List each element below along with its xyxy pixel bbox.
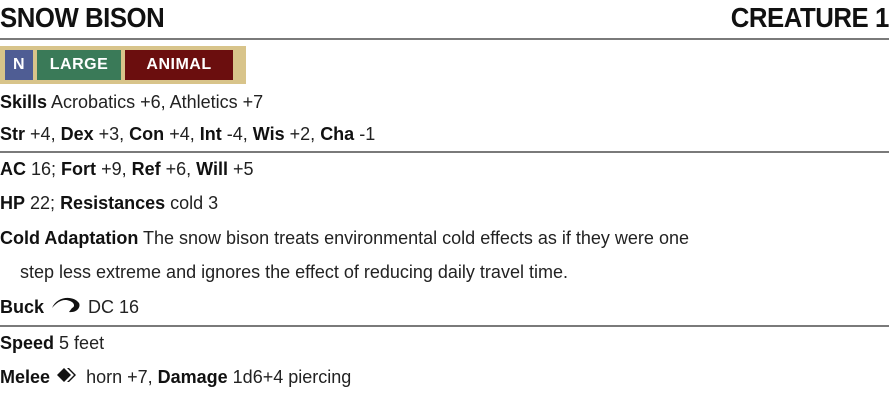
hp-label: HP	[0, 193, 26, 213]
int-value: -4	[226, 124, 243, 144]
buck-label: Buck	[0, 297, 45, 317]
cold-adaptation-line2: step less extreme and ignores the effect…	[0, 260, 568, 284]
trait-animal: ANIMAL	[125, 50, 233, 80]
reaction-icon	[49, 295, 83, 321]
ac-label: AC	[0, 159, 26, 179]
will-label: Will	[196, 159, 228, 179]
trait-alignment: N	[5, 50, 33, 80]
cold-adaptation-label: Cold Adaptation	[0, 228, 139, 248]
ref-label: Ref	[131, 159, 161, 179]
melee-attack: horn +7,	[86, 367, 158, 387]
dex-label: Dex	[60, 124, 94, 144]
damage-label: Damage	[157, 367, 228, 387]
divider	[0, 38, 889, 40]
fort-label: Fort	[61, 159, 97, 179]
melee-label: Melee	[0, 367, 51, 387]
con-value: +4	[169, 124, 190, 144]
ac-value: 16;	[31, 159, 62, 179]
str-label: Str	[0, 124, 26, 144]
speed-line: Speed 5 feet	[0, 331, 104, 355]
buck-line: Buck DC 16	[0, 295, 139, 321]
wis-label: Wis	[252, 124, 285, 144]
trait-size: LARGE	[37, 50, 121, 80]
ref-value: +6,	[165, 159, 197, 179]
con-label: Con	[129, 124, 165, 144]
int-label: Int	[199, 124, 222, 144]
melee-line: Melee horn +7, Damage 1d6+4 piercing	[0, 365, 351, 391]
buck-text: DC 16	[88, 297, 140, 317]
will-value: +5	[233, 159, 254, 179]
cha-label: Cha	[320, 124, 355, 144]
skills-label: Skills	[0, 92, 48, 112]
stat-block: SNOW BISON CREATURE 1 N LARGE ANIMAL Ski…	[0, 0, 889, 408]
creature-name: SNOW BISON	[0, 2, 165, 33]
dex-value: +3	[98, 124, 120, 144]
skills-line: Skills Acrobatics +6, Athletics +7	[0, 90, 263, 114]
wis-value: +2	[289, 124, 311, 144]
speed-label: Speed	[0, 333, 55, 353]
cold-adaptation-line1: Cold Adaptation The snow bison treats en…	[0, 226, 689, 250]
skills-text: Acrobatics +6, Athletics +7	[51, 92, 264, 112]
cha-value: -1	[359, 124, 376, 144]
creature-level: CREATURE 1	[730, 2, 889, 33]
str-value: +4	[30, 124, 51, 144]
resistances-label: Resistances	[60, 193, 166, 213]
hp-line: HP 22; Resistances cold 3	[0, 191, 218, 215]
fort-value: +9,	[101, 159, 132, 179]
title-row: SNOW BISON CREATURE 1	[0, 0, 889, 40]
hp-value: 22;	[30, 193, 61, 213]
cold-adaptation-text-cont: step less extreme and ignores the effect…	[20, 262, 568, 282]
speed-text: 5 feet	[59, 333, 105, 353]
defense-line: AC 16; Fort +9, Ref +6, Will +5	[0, 157, 254, 181]
cold-adaptation-text: The snow bison treats environmental cold…	[143, 228, 689, 248]
trait-bar: N LARGE ANIMAL	[0, 46, 246, 84]
damage-value: 1d6+4 piercing	[232, 367, 352, 387]
abilities-line: Str +4, Dex +3, Con +4, Int -4, Wis +2, …	[0, 124, 376, 144]
divider	[0, 151, 889, 153]
resistances-value: cold 3	[170, 193, 219, 213]
single-action-icon	[55, 365, 81, 391]
divider	[0, 325, 889, 327]
